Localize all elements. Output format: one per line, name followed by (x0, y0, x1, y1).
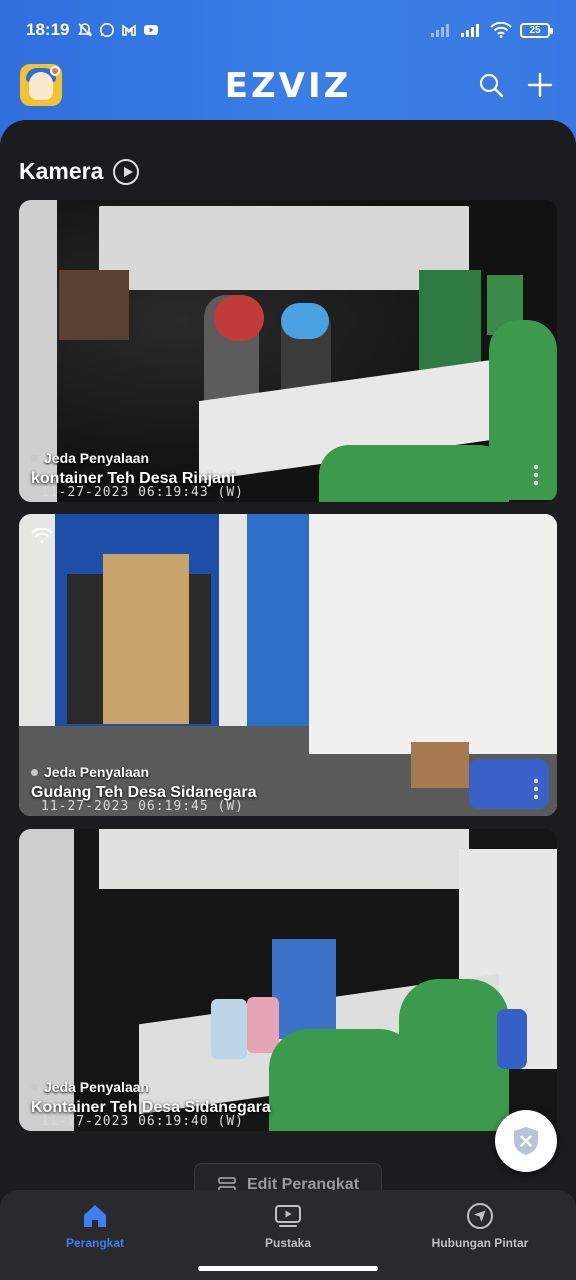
youtube-icon (144, 25, 159, 35)
camera-timestamp: 11-27-2023 06:19:40 (W) (41, 1114, 245, 1129)
camera-preview-shop (59, 270, 129, 340)
battery-level: 25 (529, 24, 541, 36)
nav-label-pustaka: Pustaka (264, 1236, 312, 1250)
battery-icon: 25 (520, 22, 553, 38)
camera-card[interactable]: Jeda Penyalaan kontainer Teh Desa Rinjan… (19, 200, 557, 502)
camera-preview-box (411, 742, 469, 788)
whatsapp-icon (100, 23, 115, 37)
camera-preview-person (399, 979, 509, 1131)
more-options-icon[interactable] (533, 778, 539, 800)
nav-label-hubungan-pintar: Hubungan Pintar (431, 1236, 529, 1250)
camera-preview-jar (247, 997, 279, 1053)
mute-bell-icon (78, 23, 93, 37)
nav-item-pustaka[interactable]: Pustaka (218, 1202, 358, 1250)
security-shield-button[interactable] (495, 1110, 557, 1172)
nav-item-hubungan-pintar[interactable]: Hubungan Pintar (410, 1202, 550, 1250)
status-dot (31, 768, 38, 776)
status-dot (31, 454, 38, 462)
camera-preview-door (247, 514, 317, 739)
camera-timestamp: 11-27-2023 06:19:45 (W) (41, 799, 245, 814)
gmail-icon (122, 24, 137, 36)
status-time: 18:19 (26, 20, 70, 39)
navigation-icon (467, 1203, 493, 1229)
signal-icon (461, 24, 479, 37)
status-bar: 18:19 25 (0, 0, 576, 60)
camera-preview-helmet (214, 295, 264, 341)
camera-timestamp: 11-27-2023 06:19:43 (W) (41, 485, 245, 500)
wifi-icon (490, 22, 512, 38)
section-title: Kamera (19, 158, 104, 184)
camera-preview-awning (99, 829, 469, 889)
shield-close-icon (514, 1127, 538, 1155)
camera-preview-bottle (497, 1009, 527, 1069)
camera-status: Jeda Penyalaan (44, 1079, 150, 1095)
camera-status: Jeda Penyalaan (44, 450, 150, 466)
camera-preview-wall (309, 514, 557, 754)
edit-devices-button[interactable]: Edit Perangkat (194, 1163, 382, 1190)
camera-status: Jeda Penyalaan (44, 764, 150, 780)
nav-item-perangkat[interactable]: Perangkat (25, 1202, 165, 1250)
camera-card[interactable]: Jeda Penyalaan Kontainer Teh Desa Sidane… (19, 829, 557, 1131)
camera-preview-helmet (281, 303, 329, 339)
signal-weak-icon (431, 24, 449, 37)
library-icon (275, 1205, 301, 1227)
camera-card[interactable]: Jeda Penyalaan Gudang Teh Desa Sidanegar… (19, 514, 557, 816)
status-dot (31, 1083, 38, 1091)
play-circle-icon[interactable] (113, 158, 140, 185)
wifi-signal-icon (31, 528, 53, 544)
camera-preview-person (319, 445, 509, 502)
camera-preview-machine (272, 939, 336, 1039)
home-indicator[interactable] (198, 1266, 378, 1271)
section-header: Kamera (19, 158, 140, 185)
camera-preview-curtain (103, 554, 189, 724)
search-icon[interactable] (478, 72, 504, 98)
add-icon[interactable] (527, 72, 553, 98)
camera-preview-jar (211, 999, 247, 1059)
edit-devices-label: Edit Perangkat (246, 1176, 360, 1190)
edit-list-icon (218, 1177, 236, 1190)
camera-preview-person (269, 1029, 419, 1131)
home-icon (84, 1205, 106, 1227)
nav-label-perangkat: Perangkat (65, 1236, 125, 1250)
app-bar: EZVIZ (0, 60, 576, 110)
more-options-icon[interactable] (533, 464, 539, 486)
camera-preview-awning (99, 206, 469, 290)
main-panel: Kamera Jeda Penyalaan kontainer Teh Desa… (0, 120, 576, 1190)
